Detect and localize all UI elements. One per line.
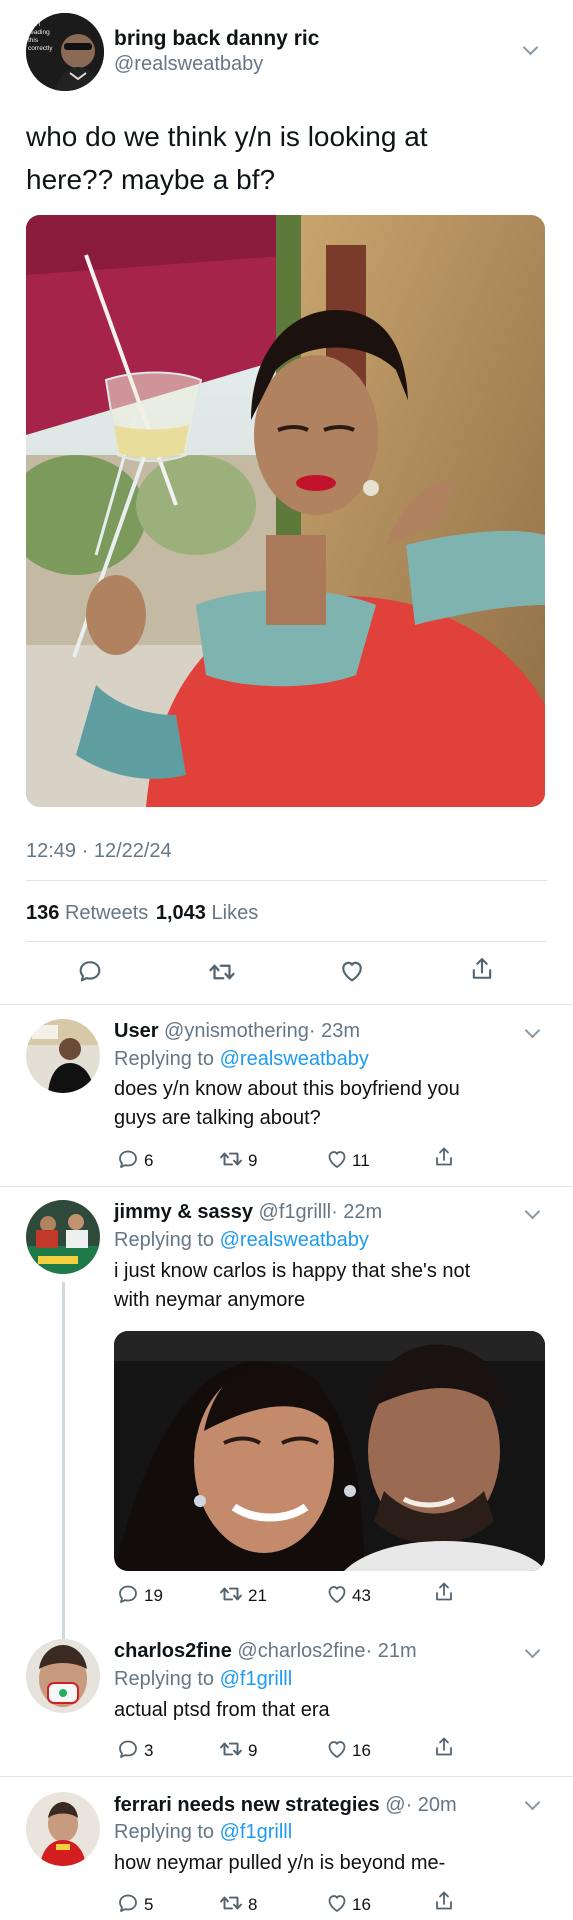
share-icon[interactable] [468,955,496,983]
replying-to: Replying to @f1grilll [114,1668,292,1691]
retweet-icon[interactable] [207,957,237,987]
reply-text: does y/n know about this boyfriend you g… [114,1078,460,1129]
like-icon[interactable] [338,957,366,985]
reply-text: i just know carlos is happy that she's n… [114,1260,471,1311]
chevron-down-icon[interactable] [522,39,539,56]
retweet-icon[interactable] [218,1146,244,1172]
display-name[interactable]: bring back danny ric [114,27,319,51]
share-icon[interactable] [432,1145,456,1169]
like-icon[interactable] [325,1582,349,1606]
tweet-timestamp[interactable]: 12:49 · 12/22/24 [26,840,172,863]
reply-photo[interactable] [114,1331,545,1571]
display-name[interactable]: User [114,1020,158,1042]
retweet-count: 9 [248,1741,258,1760]
likes-count[interactable]: 1,043 [156,902,206,924]
reply-icon[interactable] [116,1147,140,1171]
reply-count: 6 [144,1151,154,1170]
divider [0,1004,573,1005]
reply-text: actual ptsd from that era [114,1699,330,1721]
chevron-down-icon[interactable] [524,1642,541,1659]
like-count: 16 [352,1895,371,1914]
avatar[interactable] [26,1792,100,1866]
reply-time[interactable]: · 22m [331,1201,382,1223]
avatar[interactable] [26,1639,100,1713]
reply-header: jimmy & sassy @f1grilll· 22m [114,1201,382,1224]
retweet-count: 9 [248,1151,258,1170]
replying-to: Replying to @realsweatbaby [114,1048,369,1071]
divider [26,880,547,881]
replying-to-handle[interactable]: @f1grilll [220,1821,293,1843]
avatar[interactable] [26,1200,100,1274]
replying-to-handle[interactable]: @realsweatbaby [220,1048,369,1070]
reply-header: User @ynismothering· 23m [114,1020,360,1043]
retweets-label[interactable]: Retweets [65,902,148,924]
retweet-icon[interactable] [218,1890,244,1916]
reply-count: 19 [144,1586,163,1605]
thread-line [62,1282,65,1642]
replying-to-label: Replying to [114,1048,215,1070]
replying-to-handle[interactable]: @realsweatbaby [220,1229,369,1251]
chevron-down-icon[interactable] [524,1794,541,1811]
reply-header: ferrari needs new strategies @· 20m [114,1794,457,1817]
user-handle[interactable]: @f1grilll [259,1201,332,1223]
avatar[interactable] [26,1019,100,1093]
retweet-icon[interactable] [218,1581,244,1607]
chevron-down-icon[interactable] [524,1203,541,1220]
couple-selfie-image [114,1331,545,1571]
reply-icon[interactable] [76,957,104,985]
reply-time[interactable]: · 21m [366,1640,417,1662]
retweet-count: 8 [248,1895,258,1914]
user-handle[interactable]: @ynismothering [164,1020,309,1042]
replying-to: Replying to @f1grilll [114,1821,292,1844]
reply-time[interactable]: · 20m [406,1794,457,1816]
divider [0,1776,573,1777]
reply-icon[interactable] [116,1737,140,1761]
retweet-count: 21 [248,1586,267,1605]
like-count: 43 [352,1586,371,1605]
reply-icon[interactable] [116,1582,140,1606]
display-name[interactable]: ferrari needs new strategies [114,1794,380,1816]
avatar-image [26,1200,100,1274]
tweet-photo[interactable] [26,215,545,807]
reply-time[interactable]: · 23m [309,1020,360,1042]
replying-to-label: Replying to [114,1229,215,1251]
like-count: 11 [352,1151,370,1170]
user-handle[interactable]: @realsweatbaby [114,53,263,76]
replying-to-handle[interactable]: @f1grilll [220,1668,293,1690]
woman-portrait-image [26,215,545,807]
divider [26,941,547,942]
like-icon[interactable] [325,1147,349,1171]
reply-header: charlos2fine @charlos2fine· 21m [114,1640,417,1663]
avatar-image [26,1019,100,1093]
retweets-count[interactable]: 136 [26,902,59,924]
avatar-image [26,1639,100,1713]
divider [0,1186,573,1187]
replying-to-label: Replying to [114,1668,215,1690]
replying-to-label: Replying to [114,1821,215,1843]
avatar-image [26,1792,100,1866]
display-name[interactable]: jimmy & sassy [114,1201,253,1223]
reply-count: 5 [144,1895,154,1914]
share-icon[interactable] [432,1735,456,1759]
user-handle[interactable]: @charlos2fine [237,1640,365,1662]
avatar[interactable]: am i reading this correctly [26,13,104,91]
reply-count: 3 [144,1741,154,1760]
engagement-stats: 136 Retweets 1,043 Likes [26,902,258,925]
replying-to: Replying to @realsweatbaby [114,1229,369,1252]
avatar-caption: am i reading this correctly [28,21,53,52]
chevron-down-icon[interactable] [524,1022,541,1039]
reply-icon[interactable] [116,1891,140,1915]
like-icon[interactable] [325,1737,349,1761]
like-count: 16 [352,1741,371,1760]
tweet-text: who do we think y/n is looking at here??… [26,121,428,195]
likes-label[interactable]: Likes [212,902,259,924]
share-icon[interactable] [432,1889,456,1913]
reply-text: how neymar pulled y/n is beyond me- [114,1852,446,1874]
user-handle[interactable]: @ [385,1794,405,1816]
retweet-icon[interactable] [218,1736,244,1762]
like-icon[interactable] [325,1891,349,1915]
share-icon[interactable] [432,1580,456,1604]
display-name[interactable]: charlos2fine [114,1640,232,1662]
